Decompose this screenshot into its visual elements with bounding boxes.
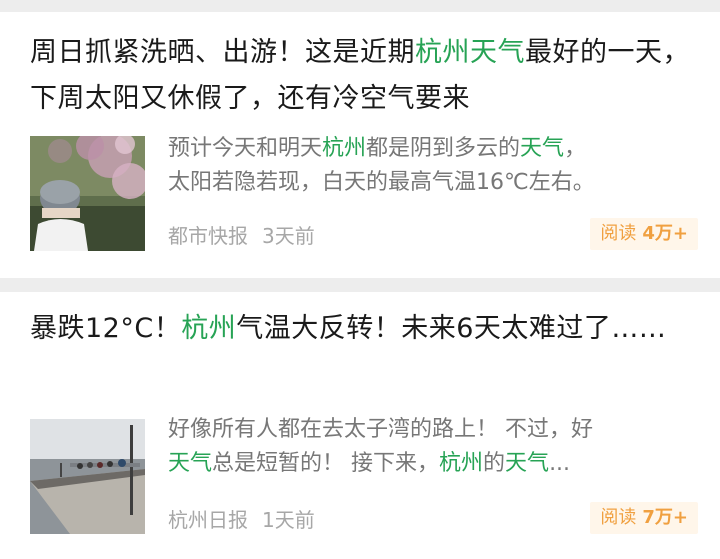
keyword-highlight: 杭州天气 [415,37,525,68]
text-segment: 的 [483,451,506,476]
text-segment: 太阳若隐若现，白天的最高气温16℃左右。 [168,170,595,195]
keyword-highlight: 杭州 [439,451,484,476]
read-count-badge: 阅读 4万+ [590,218,698,250]
article-meta: 杭州日报 1天前 [168,504,315,533]
text-segment: 好像所有人都在去太子湾的路上！ 不过，好 [168,417,593,442]
keyword-highlight: 天气 [505,451,550,476]
source-label: 杭州日报 [168,508,248,532]
article-title[interactable]: 周日抓紧洗晒、出游！这是近期杭州天气最好的一天，下周太阳又休假了，还有冷空气要来 [30,30,700,122]
read-count: 4万+ [642,223,688,244]
keyword-highlight: 天气 [520,136,565,161]
blossom-photo-icon [30,136,145,251]
article-thumbnail[interactable] [30,419,145,534]
read-label: 阅读 [600,223,637,244]
read-count: 7万+ [642,507,688,528]
snippet-line: 太阳若隐若现，白天的最高气温16℃左右。 [168,166,698,200]
keyword-highlight: 杭州 [322,136,367,161]
article-snippet: 预计今天和明天杭州都是阴到多云的天气， 太阳若隐若现，白天的最高气温16℃左右。 [168,132,698,200]
read-count-badge: 阅读 7万+ [590,502,698,534]
time-label: 3天前 [262,224,315,248]
text-segment: 周日抓紧洗晒、出游！这是近期 [30,37,415,68]
text-segment: 预计今天和明天 [168,136,323,161]
lake-causeway-photo-icon [30,419,145,534]
text-segment: 暴跌12°C！ [30,313,182,344]
news-card-2[interactable]: 暴跌12°C！杭州气温大反转！未来6天太难过了…… 好像所有人都在去太子湾的路上… [0,292,720,559]
snippet-line: 预计今天和明天杭州都是阴到多云的天气， [168,132,698,166]
article-thumbnail[interactable] [30,136,145,251]
article-meta: 都市快报 3天前 [168,220,315,249]
source-label: 都市快报 [168,224,248,248]
text-segment: 都是阴到多云的 [366,136,521,161]
keyword-highlight: 天气 [168,451,213,476]
keyword-highlight: 杭州 [181,313,237,344]
article-title[interactable]: 暴跌12°C！杭州气温大反转！未来6天太难过了…… [30,306,700,352]
time-label: 1天前 [262,508,315,532]
snippet-line: 天气总是短暂的！ 接下来，杭州的天气... [168,447,698,481]
read-label: 阅读 [600,507,637,528]
text-segment: ， [564,136,587,161]
article-snippet: 好像所有人都在去太子湾的路上！ 不过，好 天气总是短暂的！ 接下来，杭州的天气.… [168,413,698,481]
news-card-1[interactable]: 周日抓紧洗晒、出游！这是近期杭州天气最好的一天，下周太阳又休假了，还有冷空气要来… [0,12,720,278]
text-segment: ... [549,451,571,476]
text-segment: 总是短暂的！ 接下来， [212,451,440,476]
snippet-line: 好像所有人都在去太子湾的路上！ 不过，好 [168,413,698,447]
text-segment: 气温大反转！未来6天太难过了…… [236,313,667,344]
